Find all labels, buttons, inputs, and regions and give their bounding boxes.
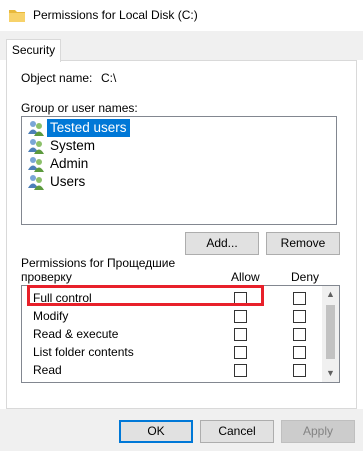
- deny-checkbox[interactable]: [293, 328, 306, 341]
- add-button[interactable]: Add...: [185, 232, 259, 255]
- deny-checkbox[interactable]: [293, 310, 306, 323]
- list-item-label: System: [50, 138, 96, 153]
- list-item-system[interactable]: System: [25, 137, 333, 155]
- deny-header: Deny: [291, 270, 320, 284]
- object-name-label: Object name:: [21, 71, 93, 85]
- permission-row-read: Read: [22, 361, 322, 379]
- list-item-admin[interactable]: Admin: [25, 155, 333, 173]
- permission-row-list-folder-contents: List folder contents: [22, 343, 322, 361]
- permission-row-modify: Modify: [22, 307, 322, 325]
- group-user-list[interactable]: Tested users System Admin Users: [21, 116, 337, 225]
- permission-name: Read: [33, 363, 62, 377]
- remove-button[interactable]: Remove: [266, 232, 340, 255]
- users-group-icon: [28, 121, 44, 136]
- allow-checkbox[interactable]: [234, 382, 247, 383]
- permission-row-full-control: Full control: [22, 289, 322, 307]
- permissions-list[interactable]: Full control Modify Read & execute List …: [21, 285, 340, 383]
- object-name-value: C:\: [101, 71, 117, 85]
- permission-name: Read & execute: [33, 327, 119, 341]
- apply-button: Apply: [281, 420, 355, 443]
- scroll-thumb[interactable]: [326, 305, 335, 359]
- allow-checkbox[interactable]: [234, 310, 247, 323]
- users-group-icon: [28, 175, 44, 190]
- scroll-down-arrow-icon[interactable]: ▼: [322, 365, 339, 382]
- deny-checkbox[interactable]: [293, 346, 306, 359]
- list-item-users[interactable]: Users: [25, 173, 333, 191]
- permission-name: Full control: [33, 291, 92, 305]
- permissions-scrollbar[interactable]: ▲ ▼: [322, 286, 339, 382]
- group-names-label: Group or user names:: [21, 101, 138, 115]
- cancel-button[interactable]: Cancel: [200, 420, 274, 443]
- allow-checkbox[interactable]: [234, 328, 247, 341]
- permission-row-partial: [22, 379, 322, 383]
- allow-checkbox[interactable]: [234, 346, 247, 359]
- list-item-label: Admin: [50, 156, 89, 171]
- users-group-icon: [28, 157, 44, 172]
- permissions-title-line2: проверку: [21, 270, 72, 284]
- title-bar: Permissions for Local Disk (C:): [0, 0, 363, 31]
- deny-checkbox[interactable]: [293, 364, 306, 377]
- permissions-title-line1: Permissions for Прощедшие: [21, 256, 176, 270]
- deny-checkbox[interactable]: [293, 382, 306, 383]
- users-group-icon: [28, 139, 44, 154]
- permission-name: Modify: [33, 309, 69, 323]
- scroll-up-arrow-icon[interactable]: ▲: [322, 286, 339, 303]
- allow-checkbox[interactable]: [234, 364, 247, 377]
- deny-checkbox[interactable]: [293, 292, 306, 305]
- list-item-label: Users: [50, 174, 86, 189]
- allow-header: Allow: [231, 270, 260, 284]
- folder-icon: [9, 10, 25, 22]
- permission-row-read-execute: Read & execute: [22, 325, 322, 343]
- allow-checkbox[interactable]: [234, 292, 247, 305]
- list-item-label: Tested users: [47, 119, 130, 137]
- tab-security[interactable]: Security: [6, 39, 61, 62]
- window-title: Permissions for Local Disk (C:): [33, 8, 198, 22]
- permission-name: List folder contents: [33, 345, 134, 359]
- ok-button[interactable]: OK: [119, 420, 193, 443]
- list-item-tested-users[interactable]: Tested users: [25, 119, 333, 137]
